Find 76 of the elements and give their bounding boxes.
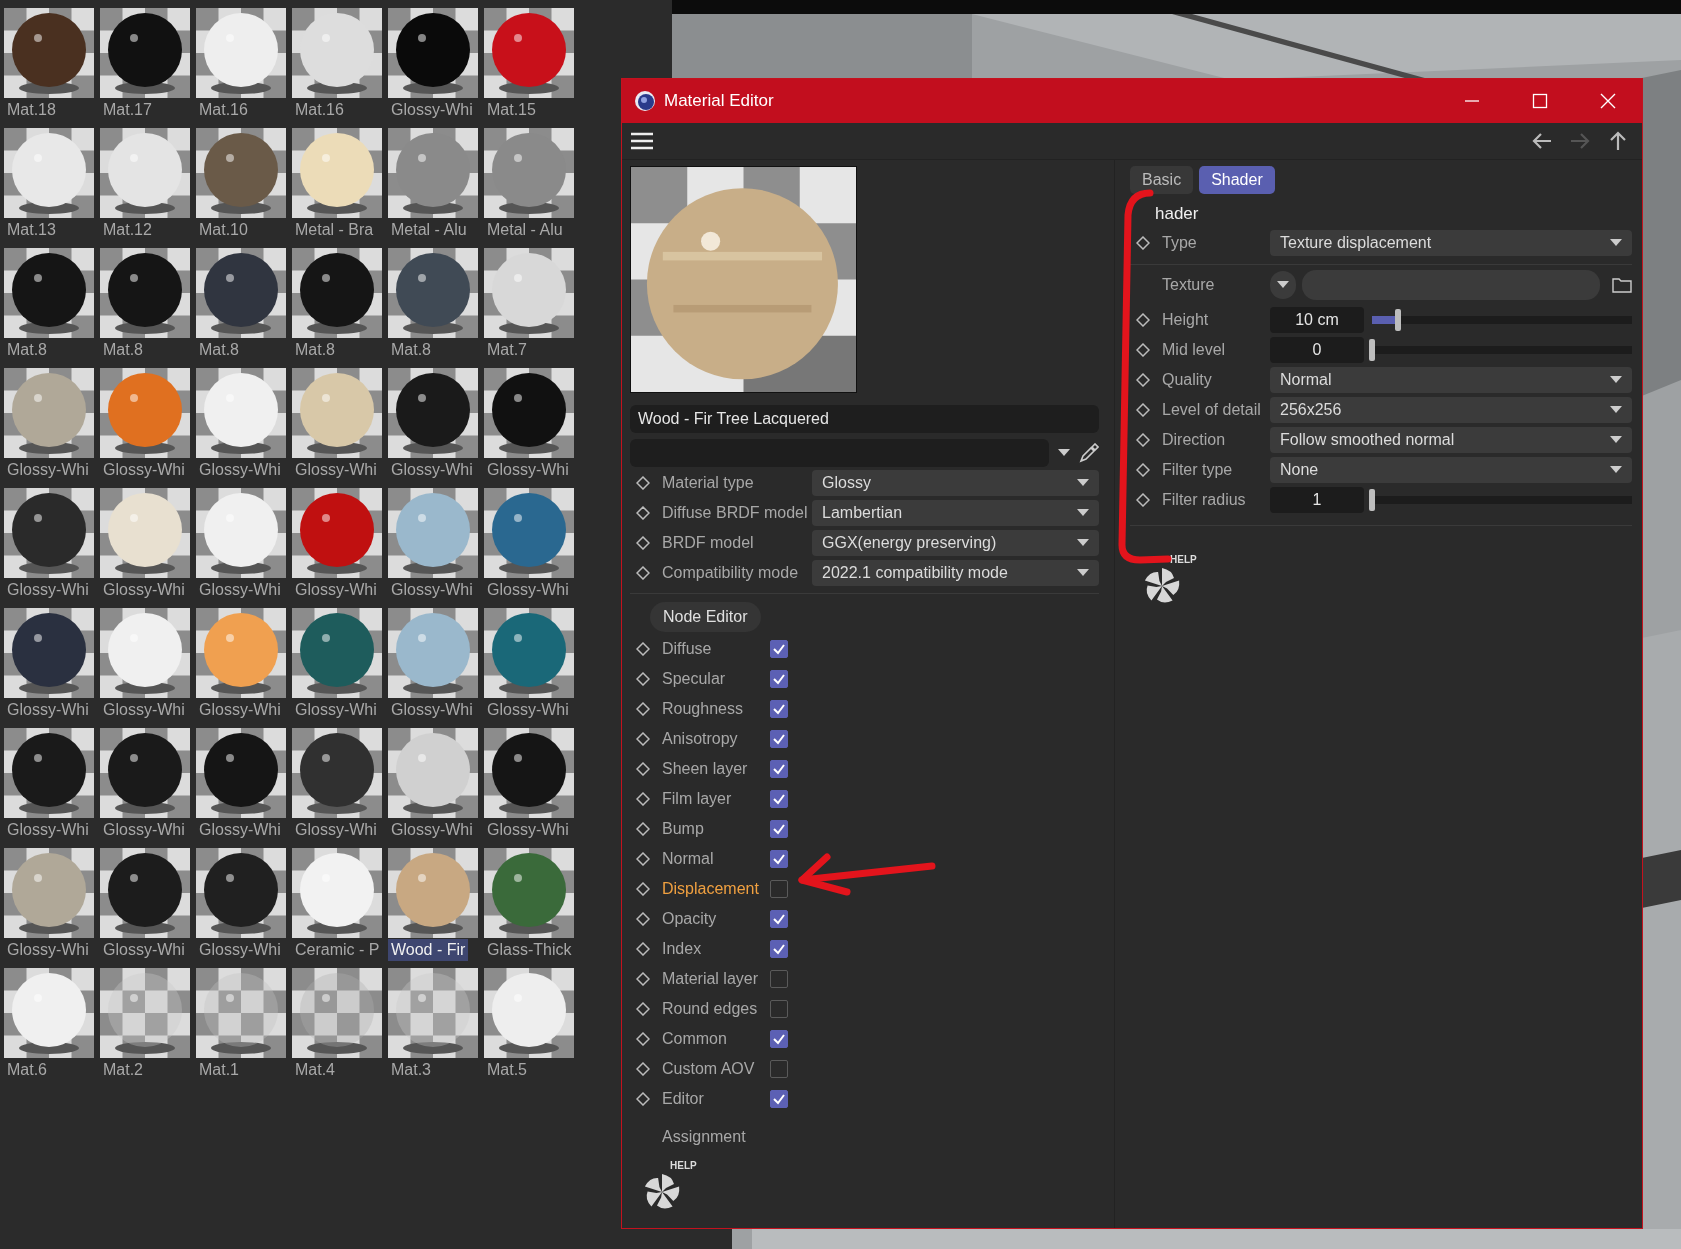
keyframe-icon[interactable] <box>636 972 650 986</box>
material-name[interactable]: Metal - Alu <box>388 219 470 241</box>
keyframe-icon[interactable] <box>636 1032 650 1046</box>
material-name[interactable]: Glossy-Whi <box>484 459 572 481</box>
material-name[interactable]: Glossy-Whi <box>388 819 476 841</box>
keyframe-icon[interactable] <box>636 1092 650 1106</box>
material-name[interactable]: Glossy-Whi <box>100 699 188 721</box>
material-name[interactable]: Glossy-Whi <box>196 459 284 481</box>
material-name[interactable]: Glossy-Whi <box>292 819 380 841</box>
material-name[interactable]: Mat.2 <box>100 1059 146 1081</box>
material-name[interactable]: Glossy-Whi <box>388 459 476 481</box>
material-name[interactable]: Glossy-Whi <box>292 579 380 601</box>
material-name[interactable]: Glossy-Whi <box>196 579 284 601</box>
keyframe-icon[interactable] <box>636 566 650 580</box>
keyframe-icon[interactable] <box>636 476 650 490</box>
material-name[interactable]: Mat.15 <box>484 99 539 121</box>
material-name[interactable]: Glossy-Whi <box>100 579 188 601</box>
material-name[interactable]: Glossy-Whi <box>388 579 476 601</box>
material-name[interactable]: Glossy-Whi <box>100 939 188 961</box>
keyframe-icon[interactable] <box>636 1062 650 1076</box>
material-name[interactable]: Glossy-Whi <box>4 459 92 481</box>
material-name[interactable]: Glossy-Whi <box>4 579 92 601</box>
keyframe-icon[interactable] <box>636 792 650 806</box>
material-name[interactable]: Mat.10 <box>196 219 251 241</box>
material-name[interactable]: Mat.13 <box>4 219 59 241</box>
material-name[interactable]: Mat.12 <box>100 219 155 241</box>
keyframe-icon[interactable] <box>636 732 650 746</box>
keyframe-icon[interactable] <box>636 506 650 520</box>
keyframe-icon[interactable] <box>636 912 650 926</box>
material-name[interactable]: Mat.5 <box>484 1059 530 1081</box>
material-name[interactable]: Metal - Alu <box>484 219 566 241</box>
material-name[interactable]: Mat.8 <box>292 339 338 361</box>
material-name[interactable]: Glossy-Whi <box>388 99 476 121</box>
material-name[interactable]: Metal - Bra <box>292 219 377 241</box>
material-name[interactable]: Glossy-Whi <box>484 579 572 601</box>
material-name[interactable]: Mat.16 <box>292 99 347 121</box>
material-name[interactable]: Glossy-Whi <box>388 699 476 721</box>
material-name[interactable]: Mat.4 <box>292 1059 338 1081</box>
material-name[interactable]: Mat.17 <box>100 99 155 121</box>
keyframe-icon[interactable] <box>636 702 650 716</box>
keyframe-icon[interactable] <box>636 942 650 956</box>
material-name[interactable]: Glossy-Whi <box>196 819 284 841</box>
material-name[interactable]: Mat.7 <box>484 339 530 361</box>
material-name[interactable]: Glass-Thick <box>484 939 575 961</box>
material-name[interactable]: Glossy-Whi <box>196 699 284 721</box>
keyframe-icon[interactable] <box>636 762 650 776</box>
keyframe-icon[interactable] <box>636 882 650 896</box>
keyframe-icon[interactable] <box>636 672 650 686</box>
material-name[interactable]: Glossy-Whi <box>4 939 92 961</box>
material-name[interactable]: Glossy-Whi <box>292 459 380 481</box>
material-name[interactable]: Mat.16 <box>196 99 251 121</box>
material-name[interactable]: Ceramic - P <box>292 939 383 961</box>
menu-icon[interactable] <box>631 132 653 150</box>
keyframe-icon[interactable] <box>636 1002 650 1016</box>
material-name[interactable]: Mat.8 <box>196 339 242 361</box>
material-name[interactable]: Glossy-Whi <box>100 819 188 841</box>
sphere-icon <box>634 90 656 112</box>
material-name[interactable]: Mat.18 <box>4 99 59 121</box>
material-name[interactable]: Glossy-Whi <box>484 819 572 841</box>
keyframe-icon[interactable] <box>636 536 650 550</box>
keyframe-icon[interactable] <box>636 822 650 836</box>
material-name[interactable]: Mat.8 <box>100 339 146 361</box>
material-name[interactable]: Glossy-Whi <box>196 939 284 961</box>
keyframe-icon[interactable] <box>636 642 650 656</box>
material-name[interactable]: Mat.1 <box>196 1059 242 1081</box>
material-name[interactable]: Glossy-Whi <box>100 459 188 481</box>
material-name[interactable]: Mat.8 <box>388 339 434 361</box>
material-name[interactable]: Glossy-Whi <box>292 699 380 721</box>
material-name[interactable]: Glossy-Whi <box>484 699 572 721</box>
material-name[interactable]: Mat.6 <box>4 1059 50 1081</box>
material-name[interactable]: Wood - Fir <box>388 939 469 961</box>
material-name[interactable]: Mat.8 <box>4 339 50 361</box>
material-name[interactable]: Mat.3 <box>388 1059 434 1081</box>
material-name[interactable]: Glossy-Whi <box>4 699 92 721</box>
keyframe-icon[interactable] <box>636 852 650 866</box>
material-name[interactable]: Glossy-Whi <box>4 819 92 841</box>
